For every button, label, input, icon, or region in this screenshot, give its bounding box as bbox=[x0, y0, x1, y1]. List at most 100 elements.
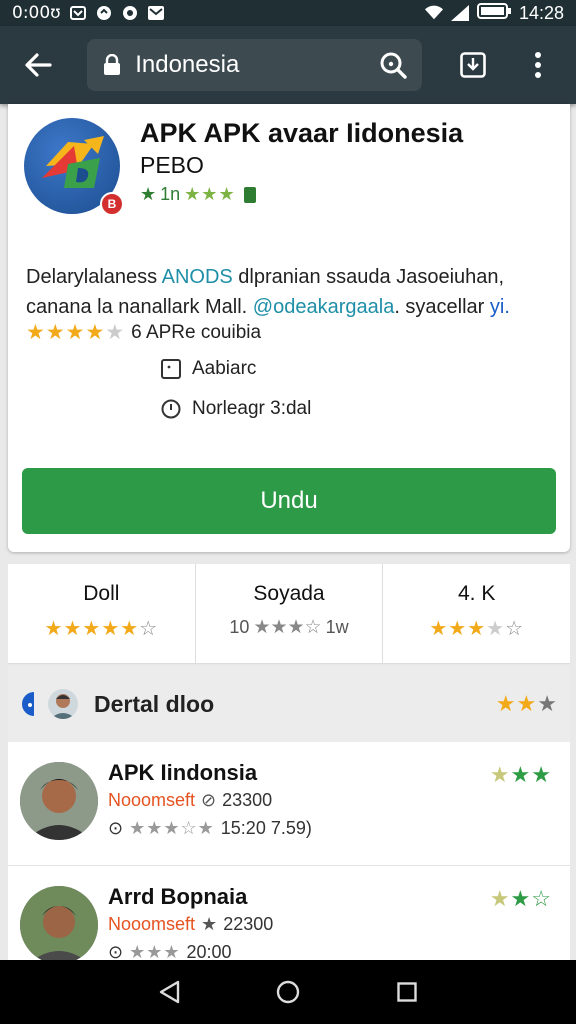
stats-card: Doll ★★★★★☆ Soyada 10 ★★★☆ 1w 4. K ★★★★☆ bbox=[8, 564, 570, 664]
size-icon bbox=[160, 358, 182, 380]
app-description: Delarylalaness ANODS dlpranian ssauda Ja… bbox=[26, 262, 556, 322]
review-author: Arrd Bopnaia bbox=[108, 884, 248, 909]
review-sub: ⊙ ★★★☆★ 15:20 7.59) bbox=[108, 818, 312, 839]
reviews-header[interactable]: Dertal dloo ★★★ bbox=[8, 666, 570, 742]
clock-icon: ⊙ bbox=[108, 818, 124, 838]
desc-text: Delarylalaness bbox=[26, 266, 162, 288]
status-bar: 0:00ʊ 14:28 bbox=[0, 0, 576, 26]
stat-rating: ★★★★☆ bbox=[429, 616, 524, 641]
avatar bbox=[20, 762, 98, 840]
triangle-back-icon bbox=[160, 980, 180, 1004]
system-nav-bar bbox=[0, 960, 576, 1024]
more-vert-icon bbox=[535, 52, 542, 78]
nav-recents-button[interactable] bbox=[387, 972, 427, 1012]
stat-rating: 10 ★★★☆ 1w bbox=[229, 616, 348, 639]
review-date: 15:20 7.59) bbox=[220, 818, 312, 838]
download-page-button[interactable] bbox=[452, 43, 495, 87]
stat-value: Doll bbox=[83, 582, 120, 605]
avatar bbox=[48, 689, 78, 719]
info-row-updated: Norleagr 3:dal bbox=[160, 398, 311, 420]
clock-icon bbox=[160, 398, 182, 420]
stat-stars: ★★★☆ bbox=[253, 617, 322, 638]
info-row-size: Aabiarc bbox=[160, 358, 256, 380]
desc-text: . syacellar bbox=[394, 296, 490, 318]
stat-cell: Doll ★★★★★☆ bbox=[8, 564, 195, 663]
mail-icon bbox=[147, 4, 165, 22]
circle-home-icon bbox=[276, 980, 300, 1004]
app-rating-row: ★ 1n ★★★ bbox=[140, 184, 256, 205]
app-developer[interactable]: PEBO bbox=[140, 152, 204, 179]
review-count: 23300 bbox=[222, 790, 273, 810]
clock-icon: ⊙ bbox=[108, 942, 124, 960]
app-rating-stars: ★★★ bbox=[184, 184, 236, 204]
sync-icon bbox=[95, 4, 113, 22]
stat-stars: ★★★★☆ bbox=[429, 618, 525, 640]
stat-value: Soyada bbox=[253, 582, 325, 605]
info-updated-text: Norleagr 3:dal bbox=[192, 398, 312, 419]
url-text[interactable]: Indonesia bbox=[135, 51, 377, 79]
url-bar[interactable]: Indonesia bbox=[87, 39, 422, 91]
review-count: 22300 bbox=[223, 914, 274, 934]
stat-value: 4. K bbox=[458, 582, 496, 605]
app-title: APK APK avaar Iidonesia bbox=[140, 118, 464, 148]
review-stars: ★★★ bbox=[489, 762, 552, 787]
rating-line-text: 6 APRe couibia bbox=[131, 321, 262, 343]
signal-icon bbox=[450, 4, 469, 22]
app-rating-text: 1n bbox=[160, 184, 181, 204]
review-date: 20:00 bbox=[186, 942, 232, 960]
status-bar-left: 0:00ʊ bbox=[12, 3, 165, 23]
reviews-header-title: Dertal dloo bbox=[94, 690, 215, 717]
wifi-icon bbox=[424, 4, 443, 22]
review-grey-stars: ★★★ bbox=[129, 942, 181, 960]
stat-extra-right: 1w bbox=[325, 617, 349, 637]
app-card: B APK APK avaar Iidonesia PEBO ★ 1n ★★★ … bbox=[8, 104, 570, 552]
info-size-text: Aabiarc bbox=[192, 358, 257, 379]
star-icon: ★ bbox=[140, 184, 157, 204]
back-button[interactable] bbox=[16, 43, 59, 87]
rating-line-stars: ★★★★★ bbox=[26, 321, 126, 344]
reviews-header-stars: ★★★ bbox=[495, 691, 558, 716]
info-circle-icon: ⊘ bbox=[201, 790, 217, 810]
stat-rating: ★★★★★☆ bbox=[45, 616, 159, 641]
stat-cell: 4. K ★★★★☆ bbox=[382, 564, 570, 663]
stat-cell: Soyada 10 ★★★☆ 1w bbox=[194, 564, 383, 663]
square-recents-icon bbox=[396, 982, 417, 1002]
search-icon[interactable] bbox=[378, 50, 408, 80]
review-meta: Nooomseft ★ 22300 bbox=[108, 914, 273, 935]
nav-back-button[interactable] bbox=[149, 972, 189, 1012]
stat-stars: ★★★★★☆ bbox=[44, 618, 159, 640]
review-grey-stars: ★★★☆★ bbox=[129, 818, 215, 838]
review-meta: Nooomseft ⊘ 23300 bbox=[108, 790, 272, 811]
review-list: APK Iindonsia Nooomseft ⊘ 23300 ⊙ ★★★☆★ … bbox=[8, 742, 570, 960]
desc-link[interactable]: @odeakargaala bbox=[253, 296, 395, 318]
review-brand: Nooomseft bbox=[108, 790, 196, 810]
app-icon[interactable]: B bbox=[24, 118, 124, 216]
lock-icon bbox=[101, 54, 123, 76]
list-item[interactable]: APK Iindonsia Nooomseft ⊘ 23300 ⊙ ★★★☆★ … bbox=[8, 742, 570, 866]
half-circle-icon bbox=[20, 690, 42, 718]
review-sub: ⊙ ★★★ 20:00 bbox=[108, 942, 232, 960]
review-brand: Nooomseft bbox=[108, 914, 196, 934]
stat-extra-left: 10 bbox=[229, 617, 250, 637]
list-item[interactable]: Arrd Bopnaia Nooomseft ★ 22300 ⊙ ★★★ 20:… bbox=[8, 866, 570, 960]
browser-toolbar: Indonesia bbox=[0, 26, 576, 104]
desc-link[interactable]: yi. bbox=[490, 296, 510, 318]
review-stars: ★★☆ bbox=[489, 886, 552, 911]
status-bar-right: 14:28 bbox=[424, 2, 564, 24]
desc-highlight[interactable]: ANODS bbox=[162, 266, 233, 288]
avatar bbox=[20, 886, 98, 960]
star-icon: ★ bbox=[201, 914, 218, 934]
voicemail-icon bbox=[69, 4, 87, 22]
record-icon bbox=[121, 4, 139, 22]
download-icon bbox=[460, 52, 486, 78]
nav-home-button[interactable] bbox=[268, 972, 308, 1012]
battery-icon bbox=[476, 2, 511, 24]
review-author: APK Iindonsia bbox=[108, 760, 258, 785]
back-arrow-icon bbox=[24, 53, 52, 77]
status-time: 14:28 bbox=[518, 2, 564, 23]
download-button[interactable]: Undu bbox=[22, 468, 556, 534]
app-icon-badge: B bbox=[100, 192, 124, 216]
overflow-menu-button[interactable] bbox=[517, 43, 560, 87]
editor-badge-icon bbox=[243, 186, 256, 203]
status-left-text: 0:00ʊ bbox=[12, 3, 61, 23]
